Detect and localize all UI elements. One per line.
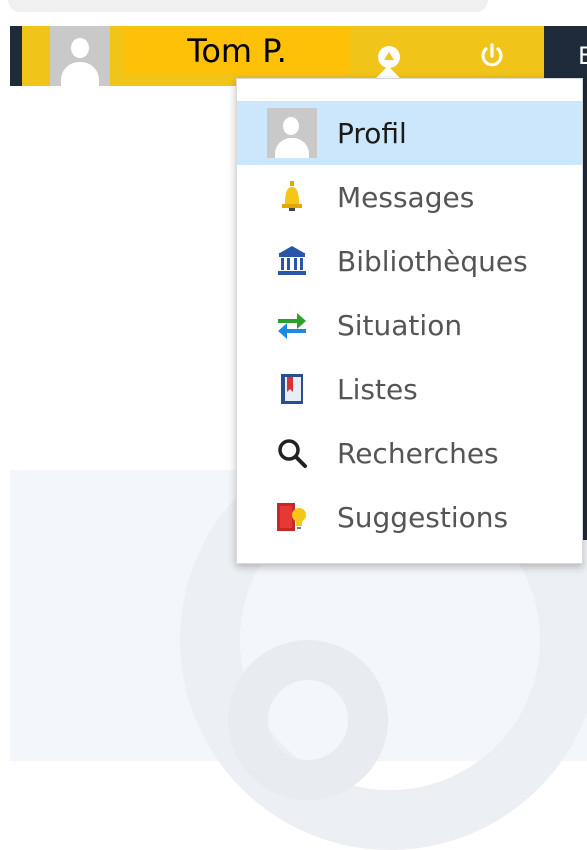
bell-icon <box>267 177 317 217</box>
menu-item-label: Bibliothèques <box>337 244 528 278</box>
search-icon <box>267 433 317 473</box>
top-pill <box>8 0 488 12</box>
suggestion-book-icon <box>267 497 317 537</box>
menu-item-suggestions[interactable]: Suggestions <box>237 485 582 549</box>
library-icon <box>267 241 317 281</box>
user-avatar[interactable] <box>50 26 110 86</box>
background-decoration-small <box>228 640 388 800</box>
power-icon <box>481 43 503 67</box>
top-header: E Tom P. <box>10 26 587 86</box>
caret-up-icon <box>384 52 394 60</box>
menu-item-label: Messages <box>337 180 475 214</box>
menu-item-messages[interactable]: Messages <box>237 165 582 229</box>
menu-item-label: Recherches <box>337 436 499 470</box>
top-strip <box>0 0 587 14</box>
menu-item-recherches[interactable]: Recherches <box>237 421 582 485</box>
logout-button[interactable] <box>475 39 509 73</box>
menu-item-listes[interactable]: Listes <box>237 357 582 421</box>
header-left-edge <box>10 26 22 86</box>
user-name[interactable]: Tom P. <box>124 28 350 74</box>
dropdown-pointer <box>376 66 400 78</box>
avatar-icon <box>267 108 317 158</box>
menu-toggle-button[interactable] <box>378 46 400 68</box>
menu-item-situation[interactable]: Situation <box>237 293 582 357</box>
transfer-arrows-icon <box>267 305 317 345</box>
header-right-text[interactable]: E <box>578 42 587 70</box>
user-dropdown-menu: Profil Messages Bibliothèques Situation … <box>236 78 583 564</box>
menu-item-label: Profil <box>337 116 407 150</box>
menu-item-label: Situation <box>337 308 463 342</box>
menu-item-label: Suggestions <box>337 500 509 534</box>
list-book-icon <box>267 369 317 409</box>
menu-item-bibliotheques[interactable]: Bibliothèques <box>237 229 582 293</box>
menu-item-profil[interactable]: Profil <box>237 101 582 165</box>
menu-item-label: Listes <box>337 372 418 406</box>
